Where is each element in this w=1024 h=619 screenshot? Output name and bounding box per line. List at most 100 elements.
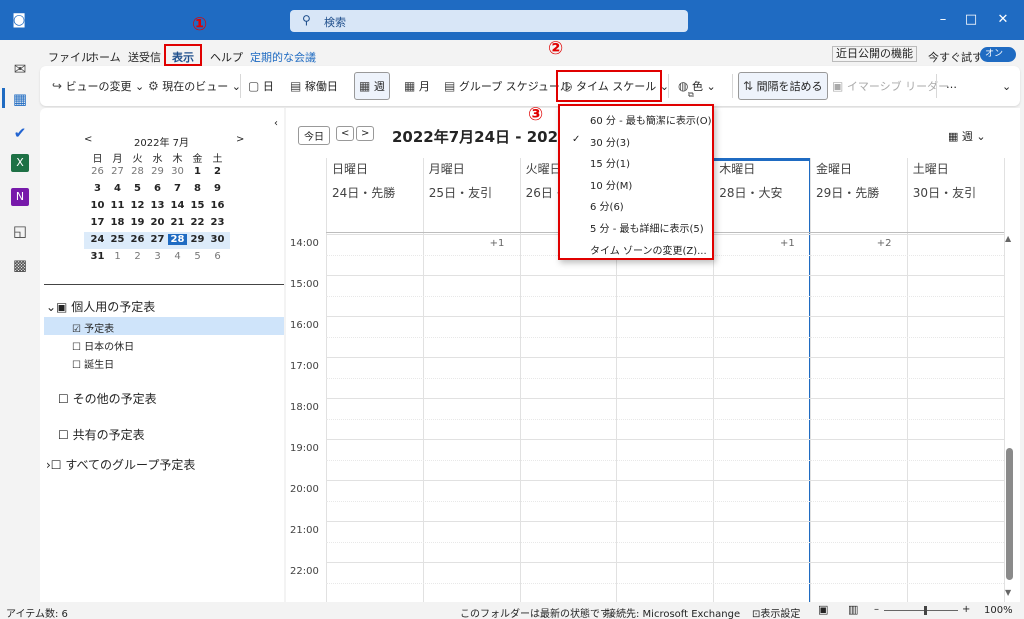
- week-view-button[interactable]: ▦ 週: [354, 72, 390, 100]
- minical-day[interactable]: 12: [128, 200, 147, 211]
- group-other[interactable]: ☐ その他の予定表: [58, 390, 157, 407]
- minical-day[interactable]: 4: [168, 251, 187, 262]
- zoom-in-button[interactable]: +: [962, 604, 970, 615]
- today-button[interactable]: 今日: [298, 126, 330, 145]
- zoom-slider-thumb[interactable]: [924, 606, 927, 615]
- tab-home[interactable]: ホーム: [88, 49, 121, 65]
- minical-prev-button[interactable]: <: [84, 134, 92, 145]
- calendar-icon[interactable]: ▦: [8, 88, 32, 110]
- minical-day[interactable]: 24: [88, 234, 107, 245]
- minical-next-button[interactable]: >: [236, 134, 244, 145]
- minical-day[interactable]: 3: [88, 183, 107, 194]
- apps-icon[interactable]: ▩: [8, 254, 32, 276]
- notes-icon[interactable]: ◱: [8, 220, 32, 242]
- minical-day[interactable]: 22: [188, 217, 207, 228]
- condense-button[interactable]: ⇅ 間隔を詰める: [738, 72, 828, 100]
- timescale-option[interactable]: 30 分(3): [590, 134, 630, 149]
- minical-day[interactable]: 29: [148, 166, 167, 177]
- minical-day[interactable]: 3: [148, 251, 167, 262]
- zoom-slider[interactable]: [884, 610, 958, 611]
- minical-day[interactable]: 8: [188, 183, 207, 194]
- minical-day[interactable]: 5: [188, 251, 207, 262]
- reading-view-icon[interactable]: ▥: [848, 603, 858, 616]
- workweek-view-button[interactable]: ▤ 稼働日: [290, 78, 338, 94]
- close-button[interactable]: ✕: [986, 10, 1020, 30]
- tab-help[interactable]: ヘルプ: [210, 49, 243, 65]
- calendar-item-calendar[interactable]: ☑ 予定表: [72, 320, 114, 335]
- scrollbar[interactable]: ▲ ▼: [1004, 232, 1016, 602]
- tab-recurring-meeting[interactable]: 定期的な会議: [250, 49, 316, 65]
- minical-day[interactable]: 28: [128, 166, 147, 177]
- minical-day[interactable]: 19: [128, 217, 147, 228]
- group-personal[interactable]: ⌄▣ 個人用の予定表: [46, 298, 155, 315]
- minical-day[interactable]: 13: [148, 200, 167, 211]
- zoom-out-button[interactable]: –: [874, 604, 879, 615]
- onenote-icon[interactable]: N: [11, 188, 29, 206]
- more-events-tag[interactable]: +1: [780, 238, 795, 249]
- minical-day[interactable]: 23: [208, 217, 227, 228]
- maximize-button[interactable]: □: [954, 10, 988, 30]
- group-shared[interactable]: ☐ 共有の予定表: [58, 426, 145, 443]
- view-selector[interactable]: ▦ 週 ⌄: [948, 128, 986, 144]
- minical-day[interactable]: 5: [128, 183, 147, 194]
- minical-day[interactable]: 25: [108, 234, 127, 245]
- tab-send-receive[interactable]: 送受信: [128, 49, 161, 65]
- minical-day[interactable]: 2: [208, 166, 227, 177]
- timescale-option[interactable]: 60 分 - 最も簡潔に表示(O): [590, 112, 712, 127]
- timescale-option[interactable]: 6 分(6): [590, 198, 624, 213]
- day-view-button[interactable]: ▢ 日: [248, 78, 274, 94]
- more-events-tag[interactable]: +2: [877, 238, 892, 249]
- more-button[interactable]: …: [946, 78, 957, 91]
- minical-day[interactable]: 31: [88, 251, 107, 262]
- change-view-button[interactable]: ↪ ビューの変更 ⌄: [52, 78, 144, 94]
- minical-day[interactable]: 6: [148, 183, 167, 194]
- minical-day[interactable]: 26: [128, 234, 147, 245]
- change-timezone-option[interactable]: タイム ゾーンの変更(Z)...: [590, 242, 707, 257]
- minical-day[interactable]: 9: [208, 183, 227, 194]
- normal-view-icon[interactable]: ▣: [818, 603, 828, 616]
- minical-day[interactable]: 7: [168, 183, 187, 194]
- display-settings-button[interactable]: ⊡表示設定: [752, 605, 800, 619]
- minical-day[interactable]: 14: [168, 200, 187, 211]
- month-view-button[interactable]: ▦ 月: [404, 78, 430, 94]
- minical-day[interactable]: 4: [108, 183, 127, 194]
- timescale-button[interactable]: ◷ タイム スケール ⌄: [562, 78, 669, 94]
- dialog-launcher-icon[interactable]: ⧉: [688, 90, 694, 100]
- minical-day[interactable]: 28: [168, 234, 187, 245]
- minical-day[interactable]: 2: [128, 251, 147, 262]
- next-week-button[interactable]: >: [356, 126, 375, 141]
- minical-day[interactable]: 27: [108, 166, 127, 177]
- minical-day[interactable]: 18: [108, 217, 127, 228]
- immersive-reader-button[interactable]: ▣ イマーシブ リーダー: [832, 78, 949, 94]
- scroll-down-icon[interactable]: ▼: [1005, 588, 1011, 597]
- calendar-item-jp-holidays[interactable]: ☐ 日本の休日: [72, 338, 134, 353]
- current-view-button[interactable]: ⚙ 現在のビュー ⌄: [148, 78, 241, 94]
- ribbon-expand-icon[interactable]: ⌄: [1002, 80, 1011, 93]
- minical-day[interactable]: 17: [88, 217, 107, 228]
- prev-week-button[interactable]: <: [336, 126, 355, 141]
- excel-icon[interactable]: X: [11, 154, 29, 172]
- mail-icon[interactable]: ✉: [8, 58, 32, 80]
- minical-day[interactable]: 10: [88, 200, 107, 211]
- minical-day[interactable]: 11: [108, 200, 127, 211]
- calendar-item-birthdays[interactable]: ☐ 誕生日: [72, 356, 114, 371]
- minical-day[interactable]: 21: [168, 217, 187, 228]
- minical-day[interactable]: 29: [188, 234, 207, 245]
- more-events-tag[interactable]: +1: [490, 238, 505, 249]
- search-box[interactable]: ⚲ 検索: [290, 10, 688, 32]
- group-all-groups[interactable]: ›☐ すべてのグループ予定表: [46, 456, 195, 473]
- color-button[interactable]: ◍ 色 ⌄: [678, 78, 716, 94]
- minical-day[interactable]: 26: [88, 166, 107, 177]
- minical-day[interactable]: 16: [208, 200, 227, 211]
- scroll-up-icon[interactable]: ▲: [1005, 234, 1011, 243]
- timescale-option[interactable]: 10 分(M): [590, 177, 632, 192]
- todo-icon[interactable]: ✔: [8, 122, 32, 144]
- sidebar-collapse-button[interactable]: ‹: [274, 118, 278, 129]
- minical-day[interactable]: 6: [208, 251, 227, 262]
- scrollbar-thumb[interactable]: [1006, 448, 1013, 580]
- minical-day[interactable]: 30: [168, 166, 187, 177]
- minical-day[interactable]: 15: [188, 200, 207, 211]
- minical-day[interactable]: 27: [148, 234, 167, 245]
- try-now-toggle[interactable]: オン: [980, 47, 1016, 62]
- minical-day[interactable]: 1: [188, 166, 207, 177]
